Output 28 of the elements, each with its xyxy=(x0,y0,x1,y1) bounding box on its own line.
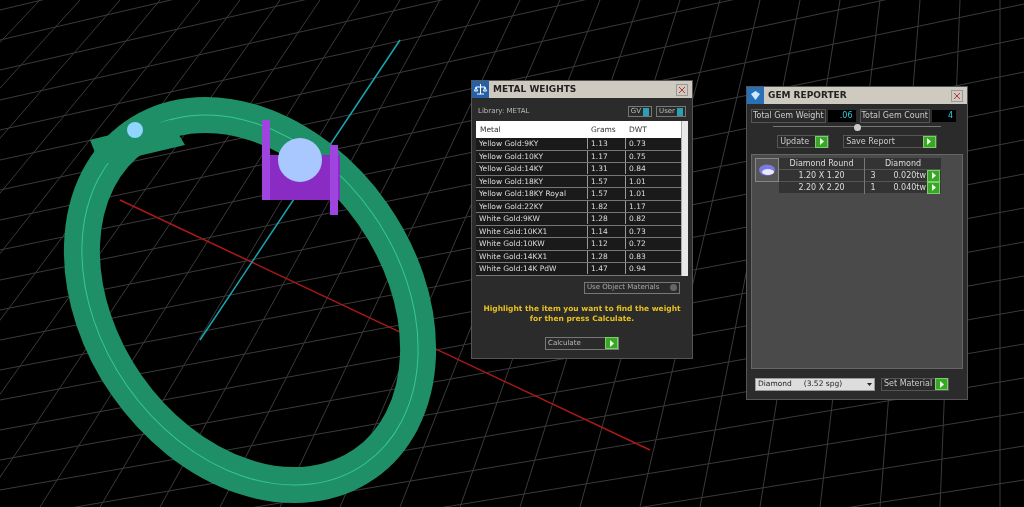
play-icon xyxy=(815,135,829,148)
table-cell-text: 0.020tw xyxy=(892,169,927,182)
set-material-button[interactable]: Set Material xyxy=(881,377,950,391)
play-icon xyxy=(935,378,949,390)
go-button[interactable] xyxy=(927,169,940,182)
total-gem-weight-label: Total Gem Weight xyxy=(751,109,826,123)
table-cell-text: 0.040tw xyxy=(892,181,927,194)
close-button[interactable] xyxy=(951,89,963,102)
total-gem-count-value: 4 xyxy=(932,110,956,122)
close-icon xyxy=(954,92,960,99)
table-cell-text: 3 xyxy=(869,169,877,182)
save-report-button[interactable]: Save Report xyxy=(843,135,937,148)
scale-icon xyxy=(472,81,489,98)
table-cell-text: 1 xyxy=(869,181,877,194)
window-title: METAL WEIGHTS xyxy=(493,82,578,96)
play-icon xyxy=(922,135,936,148)
gem-material-cell-text: Diamond xyxy=(883,157,923,170)
play-icon xyxy=(927,169,940,182)
update-button[interactable]: Update xyxy=(777,135,830,148)
total-gem-count-label: Total Gem Count xyxy=(859,109,930,123)
close-button[interactable] xyxy=(676,83,688,96)
close-icon xyxy=(679,86,685,93)
total-gem-weight-value: .06 xyxy=(827,110,856,122)
window-title: GEM REPORTER xyxy=(768,88,848,102)
collapse-handle[interactable] xyxy=(853,123,861,131)
table-cell: 2.20 X 2.20 xyxy=(779,181,865,194)
gem-app-icon xyxy=(747,87,764,104)
play-icon xyxy=(605,337,618,349)
